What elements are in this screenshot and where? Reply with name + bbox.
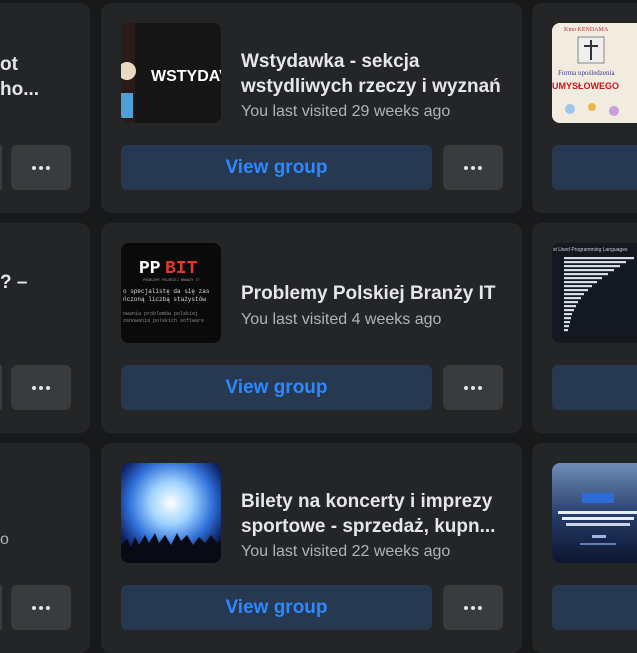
group-card-wstydawka: WSTYDAV Wstydawka - sekcja wstydliwych r… xyxy=(101,3,522,213)
left-card-1-title-line1: ot xyxy=(0,54,18,75)
svg-text:WSTYDAV: WSTYDAV xyxy=(151,68,221,85)
group-title[interactable]: Bilety na koncerty i imprezy sportowe - … xyxy=(241,489,501,539)
group-title[interactable]: Problemy Polskiej Branży IT xyxy=(241,281,501,306)
left-card-1-more-button[interactable] xyxy=(11,145,71,190)
view-group-button[interactable]: View group xyxy=(121,365,432,410)
view-group-button[interactable]: View group xyxy=(121,145,432,190)
left-card-3-view-button[interactable] xyxy=(0,585,2,630)
group-thumbnail[interactable] xyxy=(552,463,637,563)
group-card-ppbit: PP BIT PROBLEMY POLSKIEJ BRANŻY IT o spe… xyxy=(101,223,522,433)
more-horizontal-icon xyxy=(464,605,482,610)
group-cover-image xyxy=(121,463,221,563)
svg-text:Kino KENDAMA: Kino KENDAMA xyxy=(564,27,609,33)
svg-text:PROBLEMY POLSKIEJ BRANŻY IT: PROBLEMY POLSKIEJ BRANŻY IT xyxy=(143,278,200,283)
svg-text:o specjalistę da się zas: o specjalistę da się zas xyxy=(123,288,210,295)
group-thumbnail[interactable]: Kino KENDAMA Forma upośledzenia UMYSŁOWE… xyxy=(552,23,637,123)
left-card-1: ot ho... xyxy=(0,3,90,213)
group-thumbnail[interactable] xyxy=(121,463,221,563)
view-group-button[interactable]: View group xyxy=(121,585,432,630)
group-title[interactable]: Wstydawka - sekcja wstydliwych rzeczy i … xyxy=(241,49,501,99)
left-card-1-view-button[interactable] xyxy=(0,145,2,190)
svg-text:ńczoną liczbą stażystów: ńczoną liczbą stażystów xyxy=(123,296,206,303)
left-card-3-visited-fragment: o xyxy=(0,531,9,548)
left-card-2-more-button[interactable] xyxy=(11,365,71,410)
more-horizontal-icon xyxy=(464,165,482,170)
svg-text:st Used Programming Languages: st Used Programming Languages xyxy=(553,247,628,253)
left-card-3-more-button[interactable] xyxy=(11,585,71,630)
last-visited-text: You last visited 22 weeks ago xyxy=(241,543,451,560)
group-thumbnail[interactable]: st Used Programming Languages xyxy=(552,243,637,343)
more-horizontal-icon xyxy=(32,605,50,610)
right-card-1: Kino KENDAMA Forma upośledzenia UMYSŁOWE… xyxy=(532,3,637,213)
more-options-button[interactable] xyxy=(443,585,503,630)
group-thumbnail[interactable]: PP BIT PROBLEMY POLSKIEJ BRANŻY IT o spe… xyxy=(121,243,221,343)
group-cover-image xyxy=(552,463,637,563)
group-card-bilety: Bilety na koncerty i imprezy sportowe - … xyxy=(101,443,522,653)
view-group-button[interactable] xyxy=(552,365,637,410)
last-visited-text: You last visited 29 weeks ago xyxy=(241,103,451,120)
more-horizontal-icon xyxy=(32,385,50,390)
group-cover-image: Kino KENDAMA Forma upośledzenia UMYSŁOWE… xyxy=(552,23,637,123)
svg-text:BIT: BIT xyxy=(165,259,198,279)
left-card-3: o xyxy=(0,443,90,653)
view-group-button[interactable] xyxy=(552,145,637,190)
left-card-1-title-line2: ho... xyxy=(0,79,40,100)
right-card-3 xyxy=(532,443,637,653)
view-group-button[interactable] xyxy=(552,585,637,630)
left-card-2: ? – xyxy=(0,223,90,433)
group-cover-image: WSTYDAV xyxy=(121,23,221,123)
svg-text:UMYSŁOWEGO: UMYSŁOWEGO xyxy=(552,81,619,91)
group-cover-image: st Used Programming Languages xyxy=(552,243,637,343)
group-thumbnail[interactable]: WSTYDAV xyxy=(121,23,221,123)
svg-text:zenowania polskich software: zenowania polskich software xyxy=(123,318,204,324)
left-card-2-title-line1: ? – xyxy=(0,272,28,293)
last-visited-text: You last visited 4 weeks ago xyxy=(241,311,442,328)
more-options-button[interactable] xyxy=(443,365,503,410)
svg-text:Forma upośledzenia: Forma upośledzenia xyxy=(558,69,615,77)
svg-text:owania problemów polskiej: owania problemów polskiej xyxy=(123,311,198,317)
left-card-2-view-button[interactable] xyxy=(0,365,2,410)
group-cover-image: PP BIT PROBLEMY POLSKIEJ BRANŻY IT o spe… xyxy=(121,243,221,343)
more-options-button[interactable] xyxy=(443,145,503,190)
more-horizontal-icon xyxy=(464,385,482,390)
more-horizontal-icon xyxy=(32,165,50,170)
right-card-2: st Used Programming Languages xyxy=(532,223,637,433)
svg-text:PP: PP xyxy=(139,259,161,279)
